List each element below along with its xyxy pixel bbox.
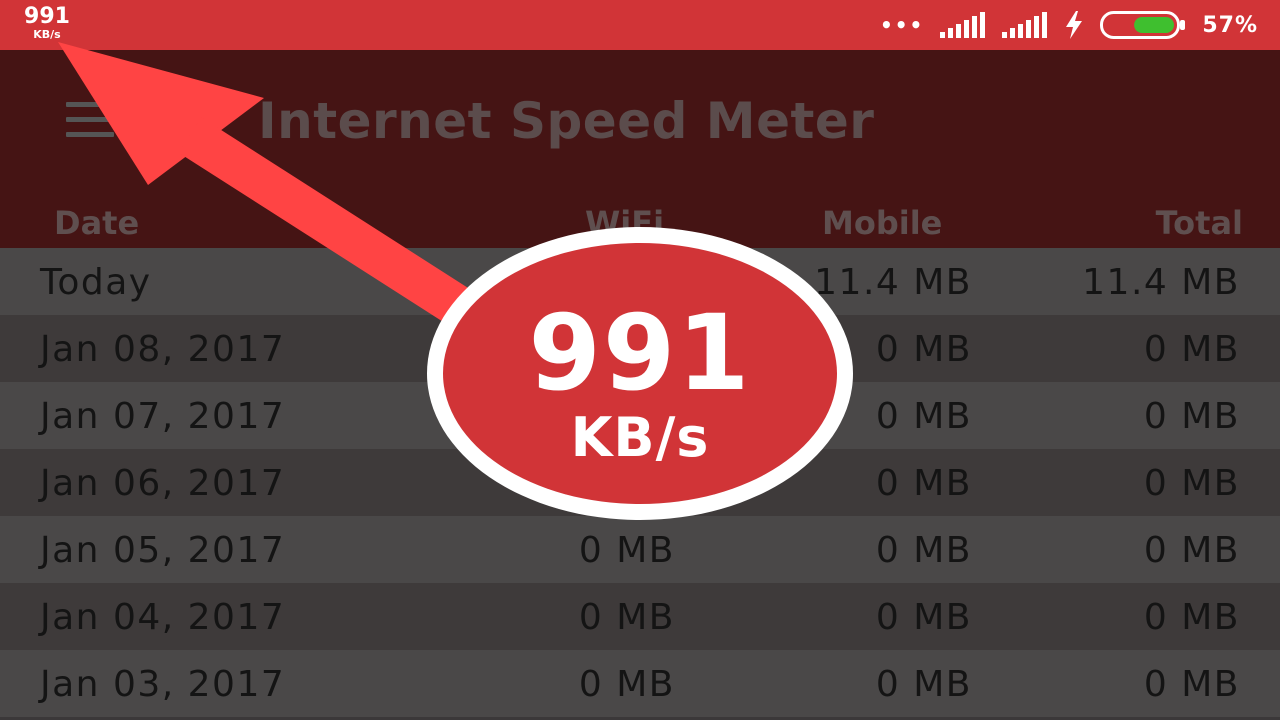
row-mobile: 0 MB (875, 396, 972, 437)
row-date: Jan 08, 2017 (40, 329, 286, 370)
menu-icon[interactable] (66, 102, 114, 138)
table-row[interactable]: Jan 03, 2017 0 MB 0 MB 0 MB (0, 650, 1280, 717)
row-mobile: 0 MB (875, 463, 972, 504)
battery-icon (1100, 11, 1186, 39)
callout-speed-value: 991 (528, 292, 752, 414)
signal-icon (940, 12, 986, 38)
row-total: 0 MB (1143, 463, 1240, 504)
speed-unit: KB/s (33, 28, 61, 41)
row-total: 0 MB (1143, 530, 1240, 571)
column-header-mobile: Mobile (822, 204, 943, 242)
app-title: Internet Speed Meter (258, 92, 875, 150)
row-total: 0 MB (1143, 396, 1240, 437)
row-date: Jan 07, 2017 (40, 396, 286, 437)
row-mobile: 0 MB (875, 530, 972, 571)
status-icons: ••• 57% (880, 0, 1258, 50)
row-wifi: 0 MB (578, 664, 675, 705)
row-date: Jan 03, 2017 (40, 664, 286, 705)
row-wifi: 0 MB (578, 597, 675, 638)
speed-indicator: 991 KB/s (22, 4, 72, 41)
app-toolbar: Internet Speed Meter Date WiFi Mobile To… (0, 50, 1280, 248)
charging-bolt-icon (1064, 11, 1084, 39)
column-header-date: Date (54, 204, 140, 242)
row-total: 0 MB (1143, 329, 1240, 370)
table-row[interactable]: Jan 04, 2017 0 MB 0 MB 0 MB (0, 583, 1280, 650)
battery-percent: 57% (1202, 12, 1258, 38)
row-total: 0 MB (1143, 597, 1240, 638)
table-row[interactable]: Jan 05, 2017 0 MB 0 MB 0 MB (0, 516, 1280, 583)
row-wifi: 0 MB (578, 530, 675, 571)
row-mobile: 0 MB (875, 664, 972, 705)
row-date: Jan 06, 2017 (40, 463, 286, 504)
more-dots-icon: ••• (879, 13, 925, 37)
signal-icon (1002, 12, 1048, 38)
row-total: 0 MB (1143, 664, 1240, 705)
row-mobile: 0 MB (875, 329, 972, 370)
row-mobile: 11.4 MB (814, 262, 972, 303)
speed-callout-inner: 991 KB/s (443, 243, 837, 504)
column-header-total: Total (1155, 204, 1243, 242)
speed-callout-badge: 991 KB/s (427, 227, 853, 520)
row-date: Jan 04, 2017 (40, 597, 286, 638)
status-bar: 991 KB/s ••• 57% (0, 0, 1280, 50)
app-screen: 991 KB/s ••• 57% Internet Speed Meter Da… (0, 0, 1280, 720)
row-date: Today (40, 262, 152, 303)
row-total: 11.4 MB (1082, 262, 1240, 303)
callout-speed-unit: KB/s (570, 406, 710, 469)
row-date: Jan 05, 2017 (40, 530, 286, 571)
speed-value: 991 (24, 4, 70, 29)
row-mobile: 0 MB (875, 597, 972, 638)
